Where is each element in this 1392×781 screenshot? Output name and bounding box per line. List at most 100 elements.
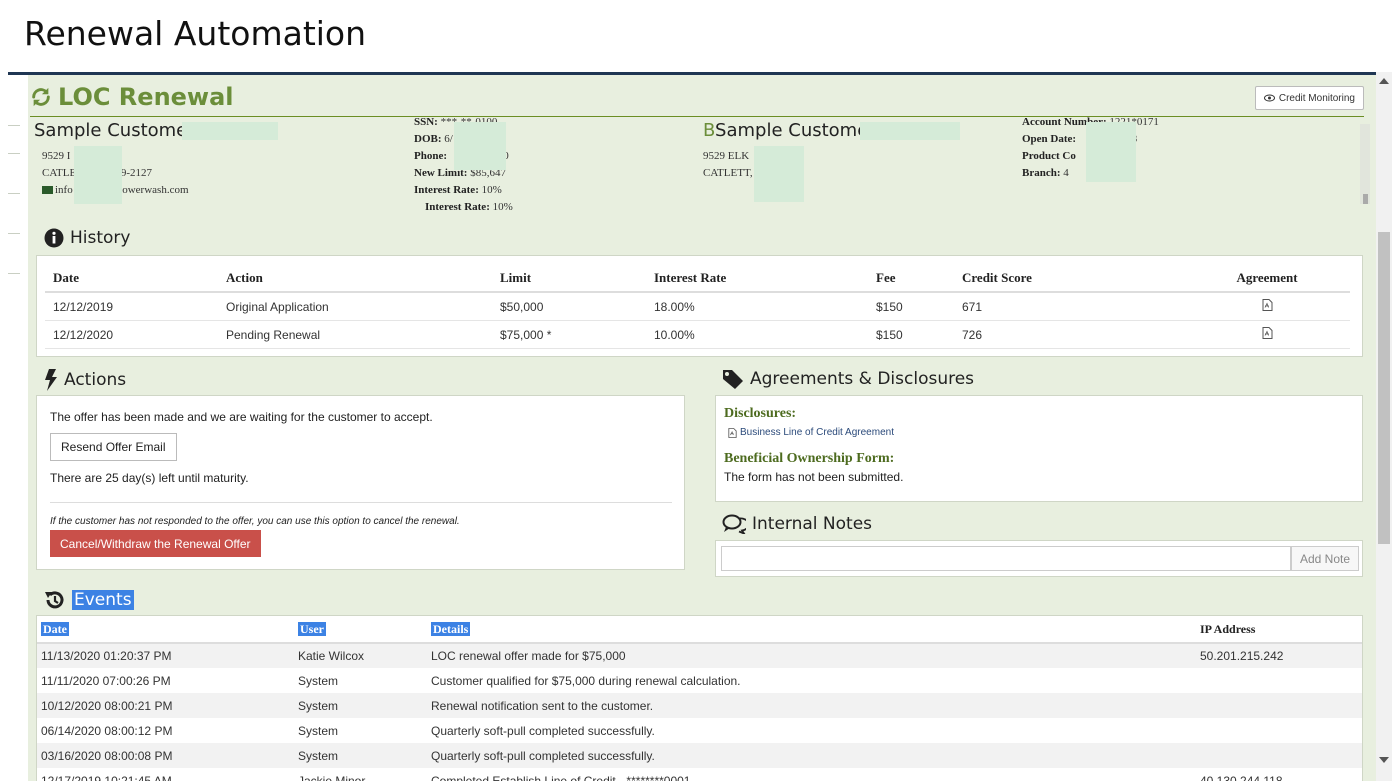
table-row: 12/17/2019 10:21:45 AM Jackie Minor Comp… (37, 768, 1362, 781)
info-scrollbar[interactable] (1360, 124, 1370, 204)
cancel-note: If the customer has not responded to the… (50, 516, 460, 527)
history-icon (45, 591, 64, 609)
credit-monitoring-button[interactable]: Credit Monitoring (1254, 86, 1364, 110)
cell-credit-score: 726 (954, 320, 1184, 349)
table-row: 06/14/2020 08:00:12 PM System Quarterly … (37, 718, 1362, 743)
cell-details: Completed Establish Line of Credit - ***… (431, 773, 691, 781)
history-col-agreement: Agreement (1184, 264, 1350, 293)
table-row: 10/12/2020 08:00:21 PM System Renewal no… (37, 693, 1362, 718)
business-name: BSample Customer (703, 120, 876, 141)
history-col-interest: Interest Rate (646, 264, 868, 293)
agreements-panel: Disclosures: Business Line of Credit Agr… (715, 395, 1363, 502)
maturity-days-text: There are 25 day(s) left until maturity. (50, 471, 249, 485)
info-icon (44, 228, 64, 248)
events-table: Date User Details IP Address 11/13/2020 … (37, 616, 1362, 781)
cell-limit: $50,000 (492, 292, 646, 321)
scroll-thumb[interactable] (1378, 232, 1390, 544)
events-section-title: Events (44, 589, 134, 611)
agreements-section-title: Agreements & Disclosures (722, 369, 974, 389)
interest-rate-line: Interest Rate: 10% (414, 184, 502, 196)
cell-action: Original Application (218, 292, 492, 321)
disclosures-heading: Disclosures: (724, 406, 797, 421)
cell-ip (1196, 693, 1362, 718)
redaction (74, 146, 122, 204)
history-section-title: History (44, 228, 130, 248)
table-row: 12/12/2019 Original Application $50,000 … (45, 292, 1350, 321)
table-row: 12/12/2020 Pending Renewal $75,000 * 10.… (45, 320, 1350, 349)
scroll-up-icon[interactable] (1379, 78, 1389, 84)
table-row: 11/13/2020 01:20:37 PM Katie Wilcox LOC … (37, 643, 1362, 668)
resend-offer-button[interactable]: Resend Offer Email (50, 433, 177, 461)
offer-status-text: The offer has been made and we are waiti… (50, 410, 433, 424)
table-row: 03/16/2020 08:00:08 PM System Quarterly … (37, 743, 1362, 768)
history-header-row: Date Action Limit Interest Rate Fee Cred… (45, 264, 1350, 293)
events-col-details: Details (427, 616, 1196, 644)
page-title-text: LOC Renewal (58, 83, 234, 111)
pdf-icon[interactable] (1262, 299, 1273, 311)
history-col-limit: Limit (492, 264, 646, 293)
page-scrollbar[interactable] (1376, 72, 1392, 781)
add-note-button[interactable]: Add Note (1291, 546, 1359, 571)
cell-user: Jackie Minor (298, 773, 366, 781)
cell-user: System (298, 673, 339, 688)
note-input[interactable] (721, 546, 1291, 571)
redaction (454, 122, 506, 170)
header-bar: LOC Renewal Credit Monitoring (30, 81, 1364, 117)
customer-name: Sample Customer (34, 120, 195, 141)
cell-user: System (294, 693, 427, 718)
cell-date: 12/12/2020 (45, 320, 218, 349)
events-col-ip: IP Address (1196, 616, 1362, 644)
cell-ip: 40.130.244.118 (1200, 773, 1283, 781)
eye-icon (1263, 94, 1275, 102)
cell-date: 10/12/2020 08:00:21 PM (37, 693, 294, 718)
tag-icon (723, 370, 743, 389)
cell-fee: $150 (868, 320, 954, 349)
cell-interest: 10.00% (646, 320, 868, 349)
refresh-icon (32, 87, 50, 107)
page-title: LOC Renewal (30, 83, 234, 111)
bolt-icon (45, 369, 57, 391)
credit-monitoring-label: Credit Monitoring (1278, 92, 1355, 104)
cell-date: 12/12/2019 (45, 292, 218, 321)
dob-line: DOB: 6/ (414, 133, 453, 145)
business-city: CATLETT, (703, 167, 753, 179)
cell-date: 03/16/2020 08:00:08 PM (37, 743, 294, 768)
cell-limit: $75,000 * (492, 320, 646, 349)
cell-date: 06/14/2020 08:00:12 PM (41, 723, 173, 738)
cell-agreement (1184, 320, 1350, 349)
branch-line: Branch: 4 (1022, 167, 1069, 179)
cancel-renewal-button[interactable]: Cancel/Withdraw the Renewal Offer (50, 530, 261, 557)
events-col-user: User (294, 616, 427, 644)
cell-user: System (298, 723, 339, 738)
cell-ip (1196, 718, 1362, 743)
cell-fee: $150 (868, 292, 954, 321)
comments-icon (722, 514, 746, 534)
history-col-fee: Fee (868, 264, 954, 293)
loc-renewal-app: LOC Renewal Credit Monitoring Sample Cus… (8, 72, 1376, 781)
interest-rate-line-2: Interest Rate: 10% (425, 201, 513, 213)
actions-section-title: Actions (44, 369, 126, 391)
cell-details: Renewal notification sent to the custome… (427, 693, 1196, 718)
events-panel: Date User Details IP Address 11/13/2020 … (36, 615, 1363, 781)
cell-ip: 50.201.215.242 (1196, 643, 1362, 668)
cell-agreement (1184, 292, 1350, 321)
history-col-action: Action (218, 264, 492, 293)
divider (50, 502, 672, 503)
cell-details: LOC renewal offer made for $75,000 (427, 643, 1196, 668)
notes-section-title: Internal Notes (722, 514, 872, 534)
redaction (1086, 122, 1136, 182)
left-strip (8, 75, 28, 781)
actions-panel: The offer has been made and we are waiti… (36, 395, 685, 570)
cell-ip (1196, 668, 1362, 693)
agreement-doc-link[interactable]: Business Line of Credit Agreement (728, 427, 894, 438)
history-col-date: Date (45, 264, 218, 293)
cell-details: Quarterly soft-pull completed successful… (427, 743, 1196, 768)
events-header-row: Date User Details IP Address (37, 616, 1362, 644)
cell-user: Katie Wilcox (294, 643, 427, 668)
history-col-credit-score: Credit Score (954, 264, 1184, 293)
cell-ip (1196, 743, 1362, 768)
customer-info: Sample Customer 9529 ID CATLE119-2127 in… (30, 116, 1370, 222)
scroll-down-icon[interactable] (1379, 757, 1389, 763)
pdf-icon[interactable] (1262, 327, 1273, 339)
notes-panel: Add Note (715, 540, 1363, 577)
